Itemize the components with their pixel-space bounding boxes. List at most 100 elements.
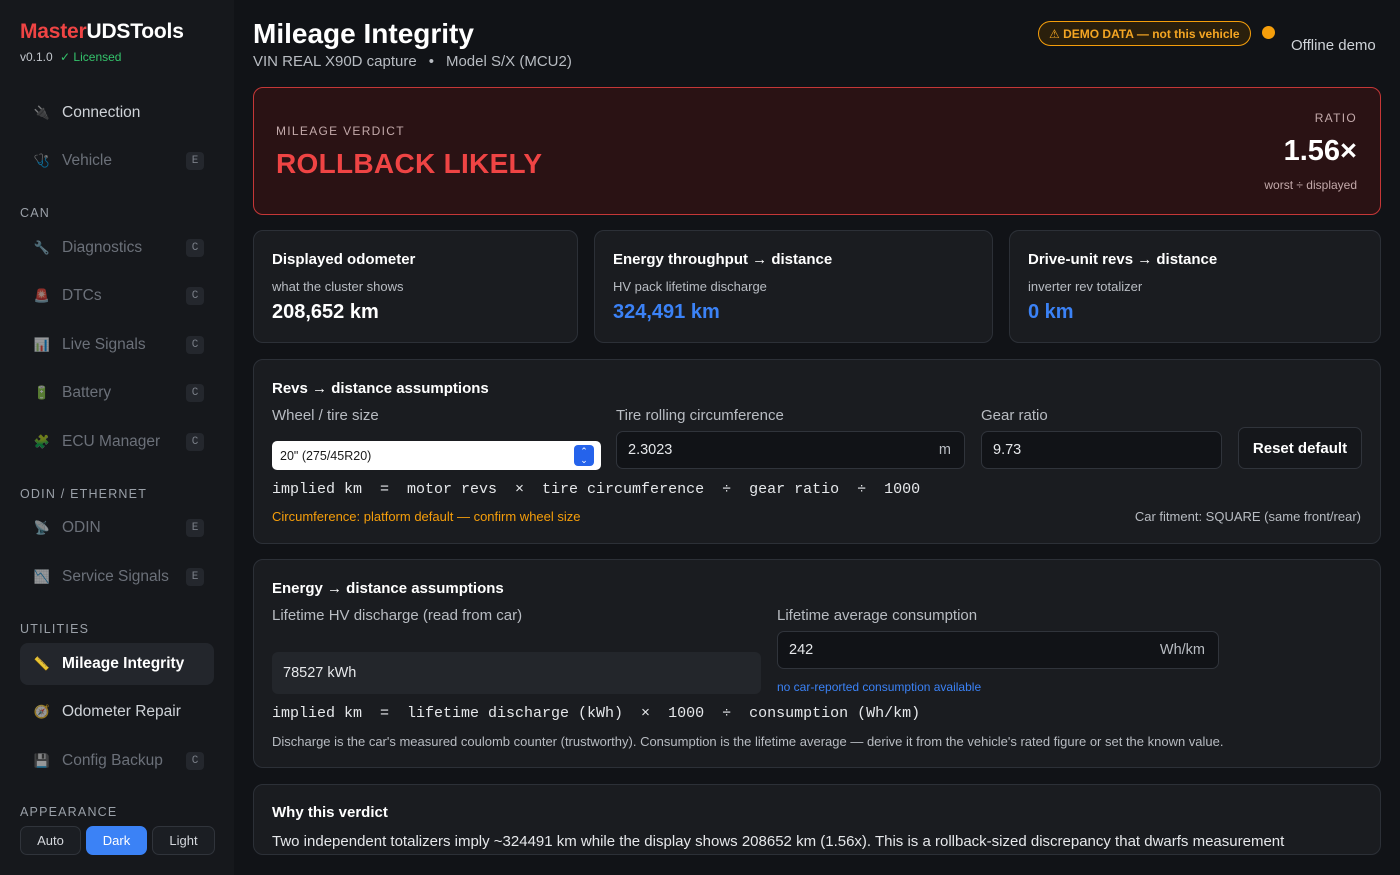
badge: C [186, 239, 204, 257]
consumption-input[interactable]: 242 Wh/km [777, 631, 1219, 669]
separator: • [428, 53, 434, 70]
sidebar-item-config-backup[interactable]: 💾 Config Backup C [20, 740, 214, 782]
sidebar-item-label: Diagnostics [62, 239, 143, 256]
section-label-odin: ODIN / ETHERNET [20, 487, 148, 501]
sidebar-item-label: Battery [62, 384, 112, 401]
sidebar-item-label: ECU Manager [62, 433, 161, 450]
verdict-value: ROLLBACK LIKELY [276, 148, 543, 179]
brand-part2: UDSTools [86, 20, 184, 43]
page-title: Mileage Integrity [253, 18, 474, 49]
wheel-size-select[interactable]: 20" (275/45R20) ⌃ ⌄ [272, 441, 601, 470]
sidebar-item-live-signals[interactable]: 📊 Live Signals C [20, 324, 214, 366]
badge: C [186, 433, 204, 451]
stat-title: Energy throughput → distance [613, 251, 833, 268]
badge: C [186, 752, 204, 770]
energy-formula: implied km = lifetime discharge (kWh) × … [272, 705, 921, 722]
ruler-icon: 📏 [33, 656, 51, 671]
circumference-label: Tire rolling circumference [616, 407, 784, 424]
badge: E [186, 568, 204, 586]
circumference-value: 2.3023 [628, 442, 673, 458]
sidebar-item-label: Odometer Repair [62, 703, 181, 720]
ratio-note: worst ÷ displayed [1264, 178, 1357, 192]
sidebar-item-dtcs[interactable]: 🚨 DTCs C [20, 275, 214, 317]
sidebar-item-odin[interactable]: 📡 ODIN E [20, 507, 214, 549]
badge: C [186, 336, 204, 354]
vin-text: VIN REAL X90D capture [253, 53, 417, 70]
energy-note: Discharge is the car's measured coulomb … [272, 734, 1224, 749]
stat-card-displayed-odometer: Displayed odometer what the cluster show… [253, 230, 578, 343]
stat-card-revs-distance: Drive-unit revs → distance inverter rev … [1009, 230, 1381, 343]
section-heading: Why this verdict [272, 804, 388, 821]
sidebar-item-label: Service Signals [62, 568, 169, 585]
sidebar-item-label: Connection [62, 104, 141, 121]
version-line: v0.1.0 ✓ Licensed [20, 50, 121, 64]
verdict-banner: MILEAGE VERDICT ROLLBACK LIKELY RATIO 1.… [253, 87, 1381, 215]
stethoscope-icon: 🩺 [33, 153, 51, 168]
badge: E [186, 519, 204, 537]
battery-icon: 🔋 [33, 385, 51, 400]
main-content: Mileage Integrity VIN REAL X90D capture •… [234, 0, 1400, 875]
sidebar-item-battery[interactable]: 🔋 Battery C [20, 372, 214, 414]
sidebar-item-odometer-repair[interactable]: 🧭 Odometer Repair [20, 691, 214, 733]
sidebar-item-mileage-integrity[interactable]: 📏 Mileage Integrity [20, 643, 214, 685]
consumption-label: Lifetime average consumption [777, 607, 978, 624]
reset-default-button[interactable]: Reset default [1238, 427, 1362, 469]
discharge-value: 78527 kWh [283, 665, 357, 681]
ratio-value: 1.56× [1283, 135, 1357, 167]
consumption-note: no car-reported consumption available [777, 680, 982, 694]
revs-formula: implied km = motor revs × tire circumfer… [272, 481, 921, 498]
sidebar-item-diagnostics[interactable]: 🔧 Diagnostics C [20, 227, 214, 269]
section-label-utilities: UTILITIES [20, 622, 90, 636]
sidebar-item-service-signals[interactable]: 📉 Service Signals E [20, 556, 214, 598]
signal-chart-icon: 📉 [33, 569, 51, 584]
page-subtitle: VIN REAL X90D capture • Model S/X (MCU2) [253, 53, 572, 70]
stat-subtitle: what the cluster shows [272, 279, 404, 294]
why-verdict-text: Two independent totalizers imply ~324491… [272, 833, 1285, 850]
appearance-dark-button[interactable]: Dark [86, 826, 147, 855]
stat-subtitle: inverter rev totalizer [1028, 279, 1143, 294]
puzzle-icon: 🧩 [33, 434, 51, 449]
ratio-label: RATIO [1314, 111, 1357, 125]
sidebar-item-ecu-manager[interactable]: 🧩 ECU Manager C [20, 421, 214, 463]
stat-title: Drive-unit revs → distance [1028, 251, 1218, 268]
version-text: v0.1.0 [20, 50, 53, 64]
sidebar: MasterUDSTools v0.1.0 ✓ Licensed 🔌 Conne… [0, 0, 234, 875]
circumference-input[interactable]: 2.3023 m [616, 431, 965, 469]
gear-ratio-value: 9.73 [993, 442, 1022, 458]
gear-ratio-label: Gear ratio [981, 407, 1048, 424]
demo-data-badge: ⚠ DEMO DATA — not this vehicle [1038, 21, 1251, 46]
stat-subtitle: HV pack lifetime discharge [613, 279, 767, 294]
wheel-size-value: 20" (275/45R20) [280, 448, 372, 463]
alert-icon: 🚨 [33, 288, 51, 303]
select-chevron-icon: ⌃ ⌄ [574, 445, 594, 466]
appearance-light-button[interactable]: Light [152, 826, 215, 855]
sidebar-item-label: Live Signals [62, 336, 146, 353]
why-verdict-panel: Why this verdict Two independent totaliz… [253, 784, 1381, 855]
wheel-size-label: Wheel / tire size [272, 407, 379, 424]
badge: C [186, 287, 204, 305]
app-logo: MasterUDSTools [20, 20, 184, 44]
sidebar-item-connection[interactable]: 🔌 Connection [20, 92, 214, 134]
consumption-unit: Wh/km [1159, 642, 1205, 658]
badge: E [186, 152, 204, 170]
sidebar-item-label: DTCs [62, 287, 102, 304]
energy-assumptions-panel: Energy → distance assumptions Lifetime H… [253, 559, 1381, 768]
revs-assumptions-panel: Revs → distance assumptions Wheel / tire… [253, 359, 1381, 544]
chart-icon: 📊 [33, 337, 51, 352]
stat-value: 208,652 km [272, 301, 379, 323]
discharge-value-field: 78527 kWh [272, 652, 761, 694]
sidebar-item-label: Mileage Integrity [62, 655, 185, 672]
wrench-icon: 🔧 [33, 240, 51, 255]
connection-status-text: Offline demo [1291, 37, 1376, 54]
sidebar-item-vehicle[interactable]: 🩺 Vehicle E [20, 140, 214, 182]
gauge-icon: 🧭 [33, 704, 51, 719]
floppy-icon: 💾 [33, 753, 51, 768]
appearance-auto-button[interactable]: Auto [20, 826, 81, 855]
verdict-label: MILEAGE VERDICT [276, 124, 405, 138]
consumption-value: 242 [789, 642, 814, 658]
stat-value: 0 km [1028, 301, 1074, 323]
satellite-icon: 📡 [33, 520, 51, 535]
plug-icon: 🔌 [33, 105, 51, 120]
badge: C [186, 384, 204, 402]
gear-ratio-input[interactable]: 9.73 [981, 431, 1222, 469]
